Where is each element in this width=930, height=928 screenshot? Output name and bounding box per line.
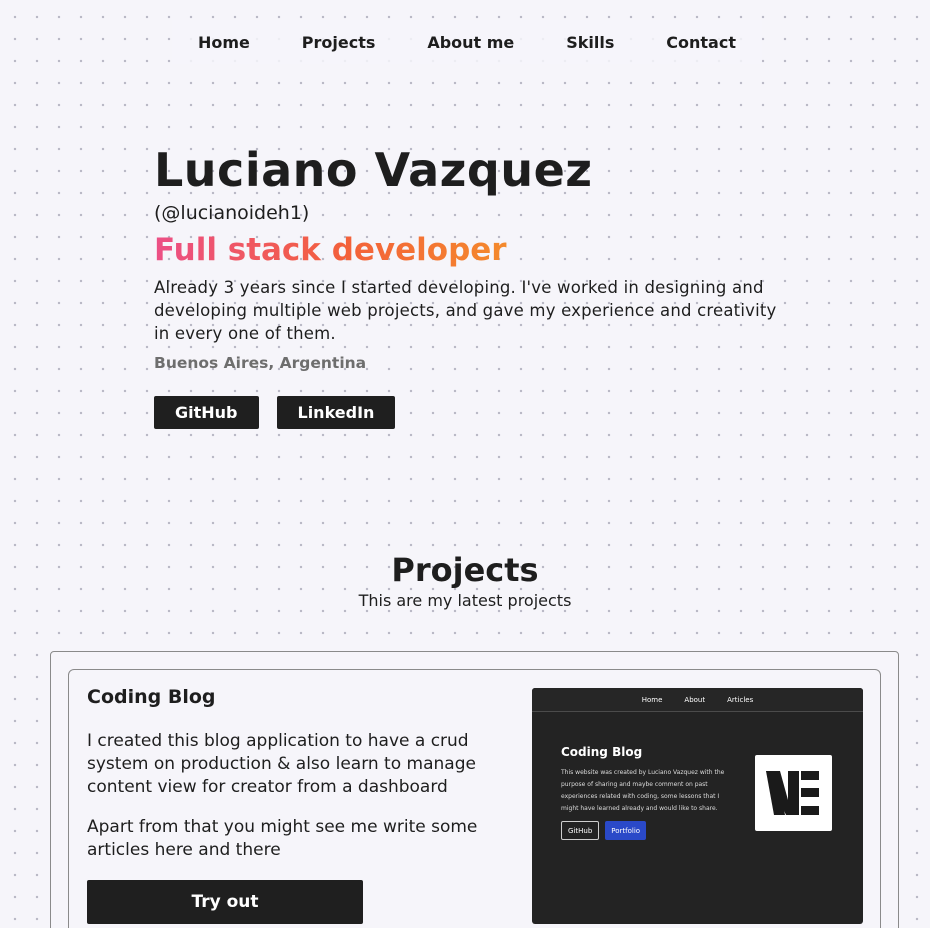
hero-section: Luciano Vazquez (@lucianoideh1) Full sta… xyxy=(154,140,794,429)
nav-about-me[interactable]: About me xyxy=(427,33,514,52)
ve-logo-icon xyxy=(755,755,832,831)
hero-bio: Already 3 years since I started developi… xyxy=(154,278,777,343)
preview-title: Coding Blog xyxy=(561,745,643,759)
linkedin-button[interactable]: LinkedIn xyxy=(276,396,396,429)
top-nav: Home Projects About me Skills Contact xyxy=(172,20,762,64)
nav-home[interactable]: Home xyxy=(198,33,250,52)
project-description: I created this blog application to have … xyxy=(87,731,476,797)
preview-nav: Home About Articles xyxy=(532,688,863,712)
hero-handle: (@lucianoideh1) xyxy=(154,202,310,224)
preview-nav-about: About xyxy=(684,695,706,704)
social-buttons: GitHub LinkedIn xyxy=(154,396,794,429)
hero-role: Full stack developer xyxy=(154,232,507,268)
nav-skills[interactable]: Skills xyxy=(566,33,614,52)
project-title: Coding Blog xyxy=(87,686,216,708)
preview-buttons: GitHub Portfolio xyxy=(561,821,647,840)
preview-portfolio-button: Portfolio xyxy=(605,821,647,840)
project-card: Coding Blog I created this blog applicat… xyxy=(68,669,881,928)
project-preview-image[interactable]: Home About Articles Coding Blog This web… xyxy=(532,688,863,924)
projects-header: Projects This are my latest projects xyxy=(0,549,930,611)
hero-name: Luciano Vazquez xyxy=(154,143,593,197)
preview-nav-articles: Articles xyxy=(727,695,754,704)
github-button[interactable]: GitHub xyxy=(154,396,259,429)
project-description-extra: Apart from that you might see me write s… xyxy=(87,817,478,860)
hero-location: Buenos Aires, Argentina xyxy=(154,354,367,372)
preview-text: This website was created by Luciano Vazq… xyxy=(561,769,725,812)
preview-github-button: GitHub xyxy=(561,821,600,840)
preview-nav-home: Home xyxy=(641,695,663,704)
try-out-button[interactable]: Try out xyxy=(87,880,363,924)
projects-title: Projects xyxy=(391,551,539,589)
nav-projects[interactable]: Projects xyxy=(302,33,376,52)
nav-contact[interactable]: Contact xyxy=(666,33,736,52)
projects-subtitle: This are my latest projects xyxy=(358,591,572,610)
